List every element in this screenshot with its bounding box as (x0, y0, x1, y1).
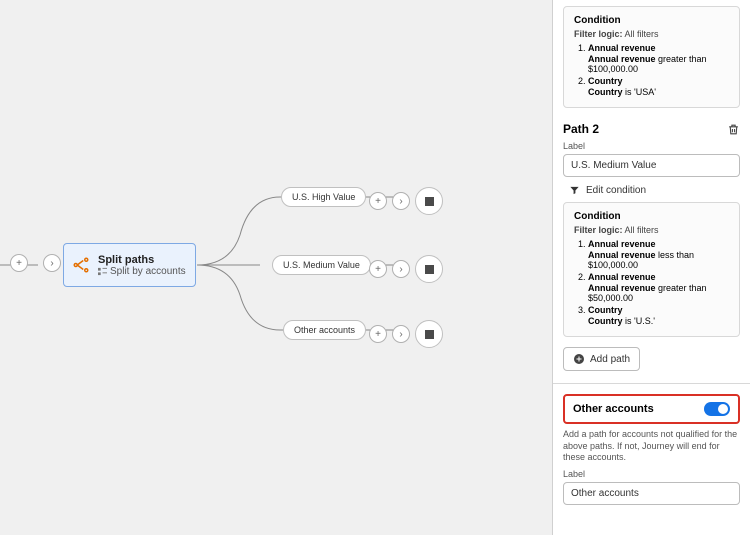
filter-logic: Filter logic: All filters (574, 225, 729, 235)
condition-heading: Condition (574, 15, 729, 26)
split-subtitle: Split by accounts (98, 266, 186, 277)
path-bubble-2[interactable]: U.S. Medium Value (272, 255, 371, 275)
other-accounts-help: Add a path for accounts not qualified fo… (563, 429, 740, 464)
condition-box-path2: Condition Filter logic: All filters Annu… (563, 202, 740, 337)
label-caption: Label (563, 469, 740, 479)
condition-item: CountryCountry is 'USA' (588, 76, 729, 97)
chevron-right-icon: › (392, 260, 410, 278)
path-bubble-3[interactable]: Other accounts (283, 320, 366, 340)
path-header: Path 2 (563, 122, 740, 136)
end-node[interactable] (415, 255, 443, 283)
path-bubble-1[interactable]: U.S. High Value (281, 187, 366, 207)
end-node[interactable] (415, 187, 443, 215)
path-label-input[interactable] (563, 154, 740, 177)
stop-icon (425, 197, 434, 206)
stop-icon (425, 265, 434, 274)
divider (553, 383, 750, 384)
edit-condition-button[interactable]: Edit condition (569, 185, 740, 196)
other-accounts-section: Other accounts (563, 394, 740, 424)
condition-heading: Condition (574, 211, 729, 222)
chevron-right-icon: › (43, 254, 61, 272)
split-icon (72, 256, 90, 274)
other-label-input[interactable] (563, 482, 740, 505)
end-node[interactable] (415, 320, 443, 348)
journey-canvas[interactable]: + › Split paths Split by accounts U.S. H… (0, 0, 552, 535)
condition-item: Annual revenueAnnual revenue greater tha… (588, 43, 729, 74)
trash-icon[interactable] (727, 123, 740, 136)
split-title: Split paths (98, 254, 186, 266)
chevron-right-icon: › (392, 192, 410, 210)
chevron-right-icon: › (392, 325, 410, 343)
condition-item: Annual revenueAnnual revenue less than $… (588, 239, 729, 270)
filter-logic: Filter logic: All filters (574, 29, 729, 39)
label-caption: Label (563, 141, 740, 151)
condition-box-path1: Condition Filter logic: All filters Annu… (563, 6, 740, 108)
other-accounts-toggle[interactable] (704, 402, 730, 416)
add-step-icon[interactable]: + (10, 254, 28, 272)
split-paths-node[interactable]: Split paths Split by accounts (63, 243, 196, 287)
plus-circle-icon (573, 353, 585, 365)
other-accounts-heading: Other accounts (573, 403, 654, 415)
add-path-button[interactable]: Add path (563, 347, 640, 371)
add-step-icon[interactable]: + (369, 325, 387, 343)
path-heading: Path 2 (563, 122, 599, 136)
list-icon (98, 267, 107, 276)
condition-item: CountryCountry is 'U.S.' (588, 305, 729, 326)
properties-sidebar: Condition Filter logic: All filters Annu… (552, 0, 750, 535)
stop-icon (425, 330, 434, 339)
filter-icon (569, 185, 580, 196)
add-step-icon[interactable]: + (369, 192, 387, 210)
add-step-icon[interactable]: + (369, 260, 387, 278)
condition-item: Annual revenueAnnual revenue greater tha… (588, 272, 729, 303)
